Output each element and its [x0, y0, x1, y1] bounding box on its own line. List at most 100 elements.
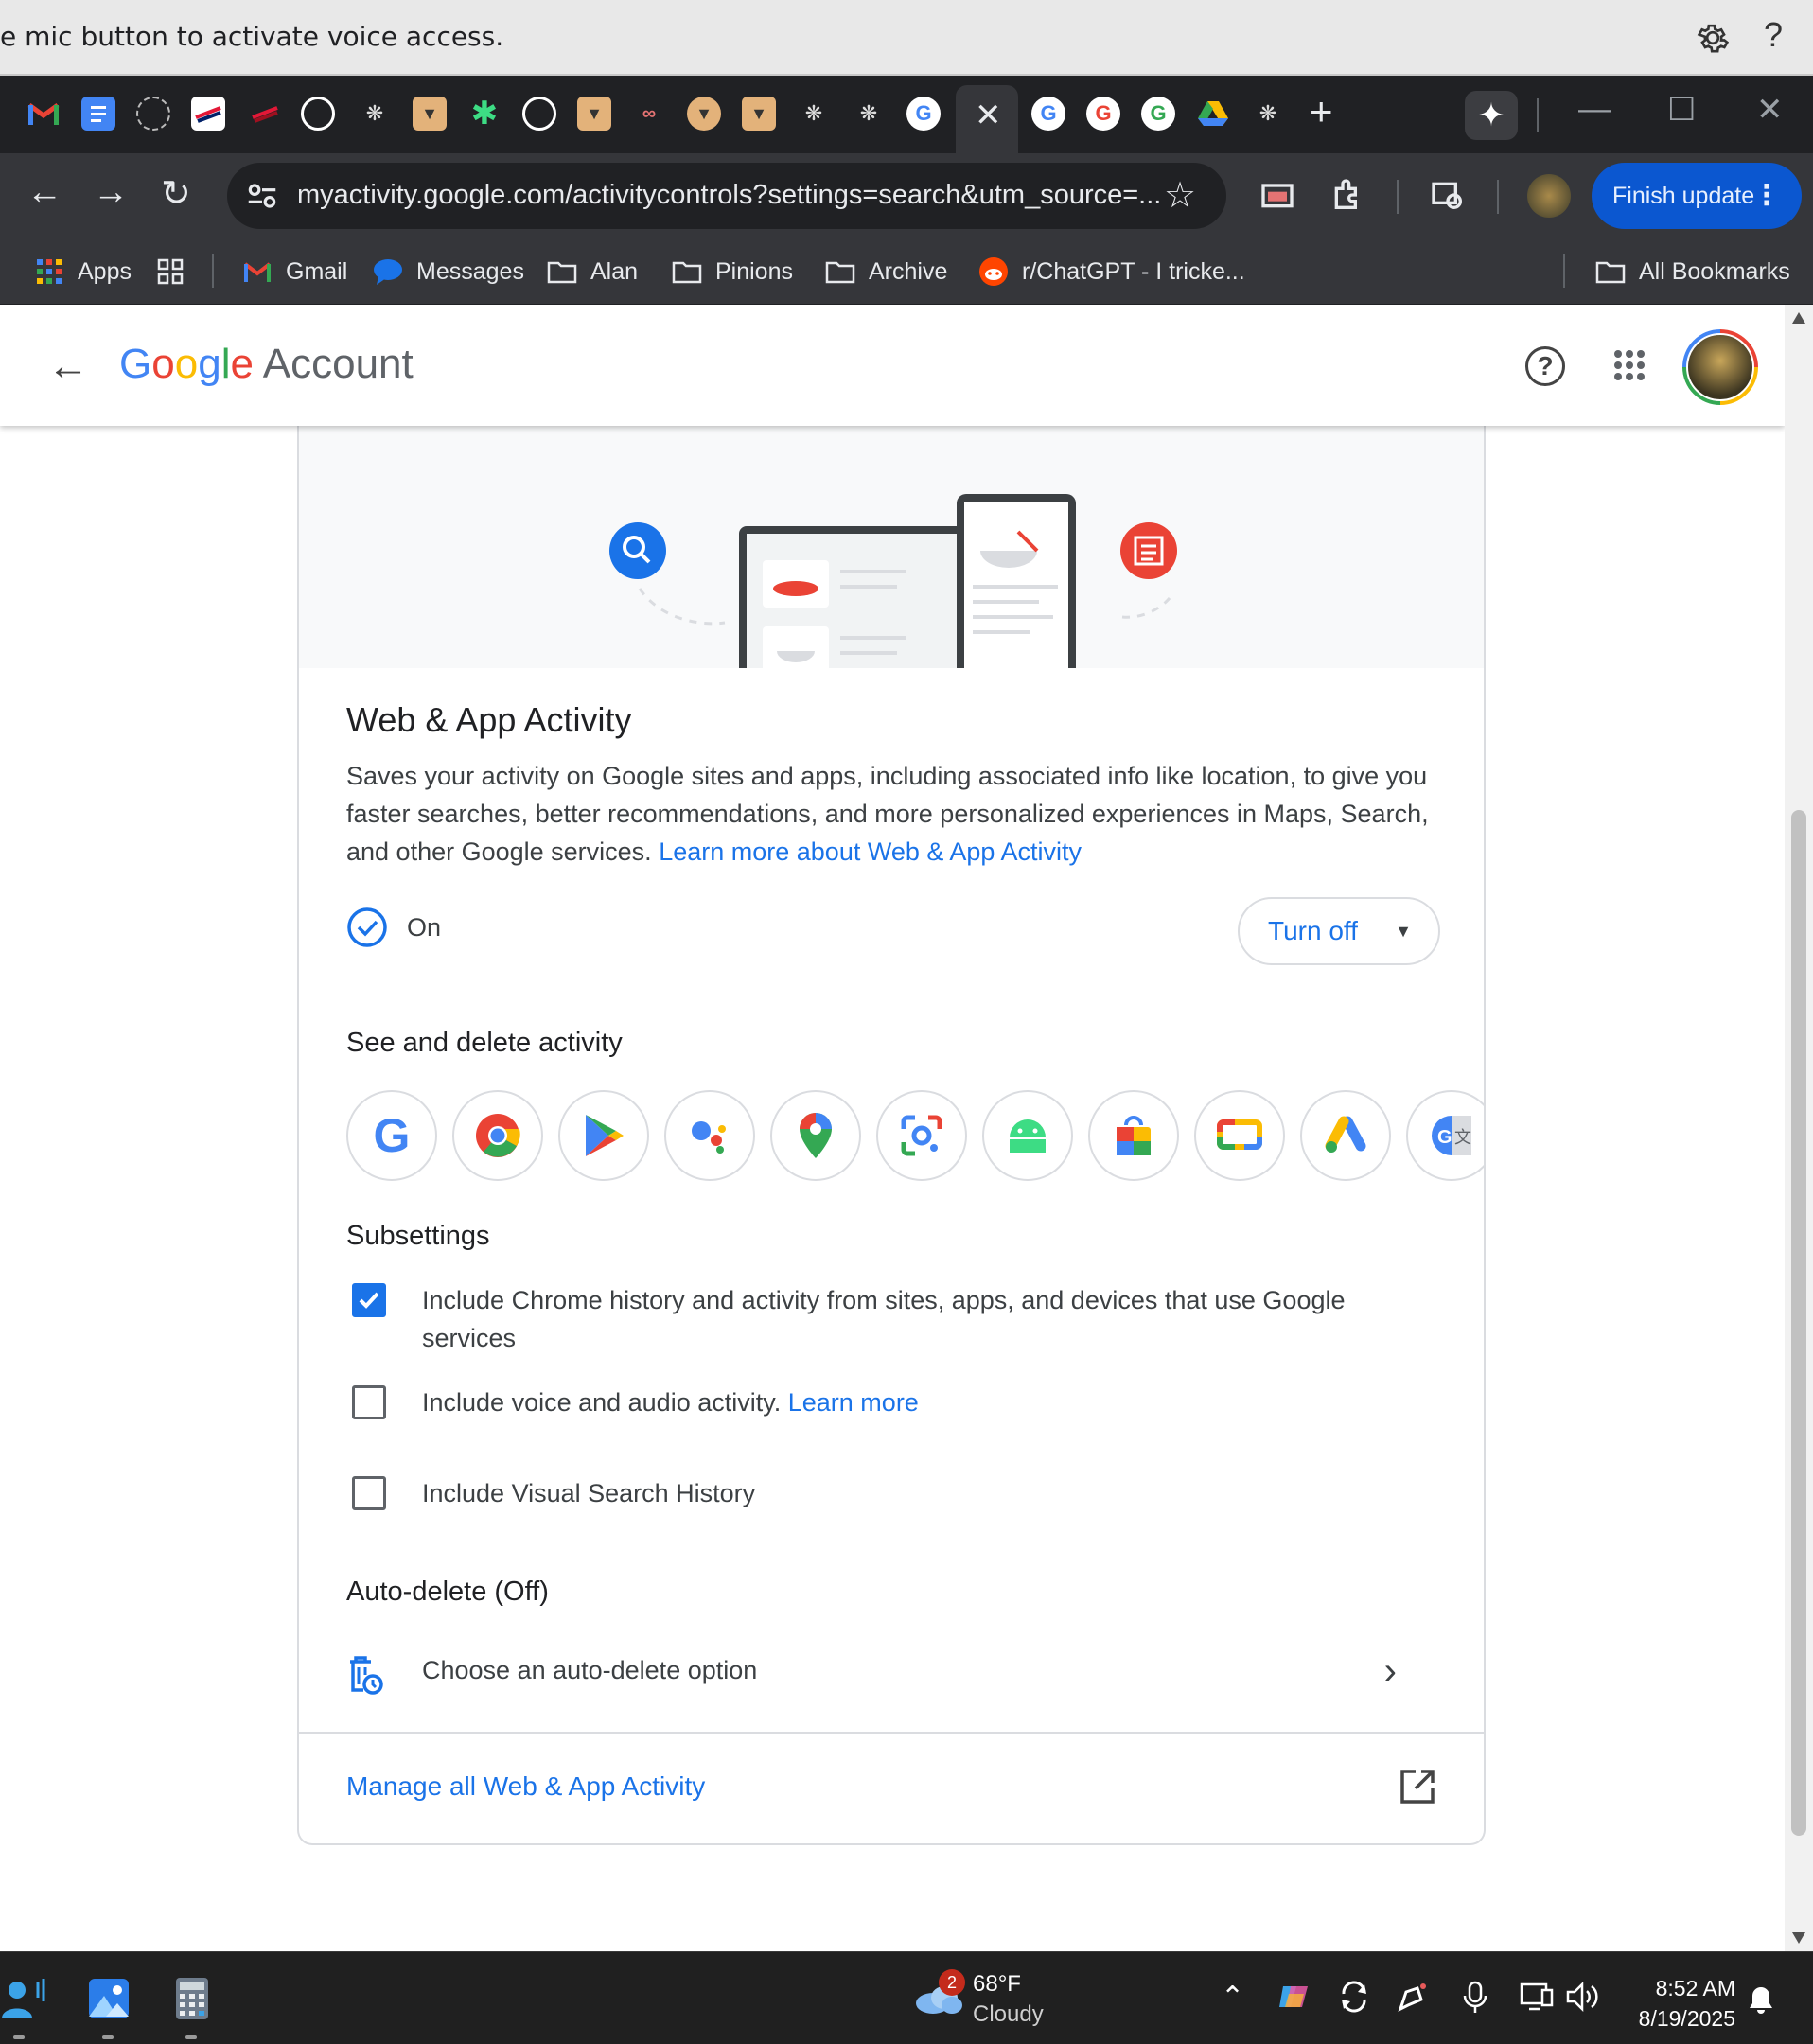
visual-search-checkbox[interactable] — [352, 1476, 386, 1510]
bank-tab-icon[interactable] — [191, 97, 225, 131]
scroll-up-icon[interactable] — [1792, 312, 1805, 324]
perplexity-tab-icon[interactable]: ✱ — [467, 96, 502, 132]
chevron-up-icon[interactable]: ⌃ — [1221, 1981, 1244, 2014]
google-shopping-app[interactable] — [1088, 1090, 1179, 1181]
google-g-icon: G — [373, 1109, 411, 1162]
photos-icon[interactable] — [85, 1975, 132, 2022]
open-in-new-icon[interactable] — [1397, 1766, 1438, 1807]
address-bar[interactable]: myactivity.google.com/activitycontrols?s… — [227, 163, 1226, 229]
google-tab-icon[interactable]: G — [906, 97, 941, 131]
pen-icon[interactable] — [1397, 1981, 1429, 2013]
bookmark-apps[interactable]: Apps — [34, 250, 132, 293]
bookmark-gmail[interactable]: Gmail — [242, 250, 347, 293]
minimize-button[interactable]: — — [1578, 91, 1611, 128]
back-arrow-icon[interactable]: ← — [47, 343, 89, 390]
graph-tab-icon[interactable]: ∞ — [632, 97, 666, 131]
chrome-app[interactable] — [452, 1090, 543, 1181]
calculator-icon[interactable] — [168, 1975, 216, 2022]
chrome-history-checkbox[interactable] — [352, 1283, 386, 1317]
bookmark-star-icon[interactable]: ☆ — [1164, 174, 1196, 217]
docs-tab-icon[interactable] — [81, 97, 115, 131]
github-tab-icon-2[interactable] — [522, 97, 556, 131]
auto-delete-icon — [350, 1656, 383, 1695]
help-icon[interactable]: ? — [1764, 15, 1783, 55]
scroll-down-icon[interactable] — [1792, 1932, 1805, 1944]
google-account-logo[interactable]: Google Account — [119, 341, 414, 388]
forward-arrow-icon[interactable]: → — [93, 172, 129, 213]
google-tv-app[interactable] — [1194, 1090, 1285, 1181]
gmail-tab-icon[interactable] — [26, 97, 61, 131]
lens-icon[interactable] — [1429, 176, 1467, 214]
account-avatar[interactable] — [1682, 329, 1758, 405]
bookmark-reddit[interactable]: r/ChatGPT - I tricke... — [978, 250, 1245, 293]
drive-tab-icon[interactable] — [1196, 97, 1230, 131]
bank-tab-icon-2[interactable] — [248, 97, 282, 131]
voice-learn-more-link[interactable]: Learn more — [788, 1388, 919, 1417]
avatar-image — [1686, 333, 1754, 401]
maximize-button[interactable]: ☐ — [1667, 91, 1696, 129]
gear-icon[interactable] — [1694, 19, 1732, 57]
reload-icon[interactable]: ↻ — [161, 172, 191, 215]
page-content: ← Google Account ? Web & App Activity Sa… — [0, 305, 1785, 1951]
extensions-icon[interactable] — [1329, 176, 1366, 214]
maps-app[interactable] — [770, 1090, 861, 1181]
openai-tab-icon-3[interactable]: ❋ — [852, 97, 886, 131]
translate-app[interactable]: G文 — [1406, 1090, 1484, 1181]
loading-tab-icon[interactable] — [136, 97, 170, 131]
close-tab-icon[interactable]: ✕ — [975, 97, 1002, 134]
play-store-app[interactable] — [558, 1090, 649, 1181]
cast-icon[interactable] — [1259, 176, 1296, 214]
finish-update-button[interactable]: Finish update ⋮ — [1592, 163, 1802, 229]
volume-icon[interactable] — [1565, 1981, 1599, 2013]
openai-tab-icon-4[interactable]: ❋ — [1251, 97, 1285, 131]
auto-delete-option-row[interactable]: Choose an auto-delete option › — [346, 1650, 1435, 1707]
back-arrow-icon[interactable]: ← — [26, 172, 62, 213]
bookmark-alan[interactable]: Alan — [547, 250, 638, 293]
network-icon[interactable] — [1520, 1981, 1554, 2013]
google-ads-app[interactable] — [1300, 1090, 1391, 1181]
lion-tab-icon[interactable]: ▼ — [687, 97, 721, 131]
turn-off-button[interactable]: Turn off ▼ — [1238, 897, 1440, 965]
voice-audio-checkbox[interactable] — [352, 1385, 386, 1419]
microphone-icon[interactable] — [1461, 1981, 1489, 2015]
manage-activity-link[interactable]: Manage all Web & App Activity — [346, 1771, 705, 1802]
sync-icon[interactable] — [1338, 1981, 1370, 2013]
bookmark-archive[interactable]: Archive — [825, 250, 947, 293]
clock-date: 8/19/2025 — [1638, 2006, 1735, 2031]
profile-avatar[interactable] — [1527, 174, 1571, 218]
url-text[interactable]: myactivity.google.com/activitycontrols?s… — [297, 180, 1161, 211]
github-tab-icon[interactable] — [301, 97, 335, 131]
google-search-app[interactable]: G — [346, 1090, 437, 1181]
menu-dots-icon[interactable]: ⋮ — [1752, 163, 1781, 229]
gemini-button[interactable]: ✦ — [1465, 91, 1518, 140]
help-icon[interactable]: ? — [1525, 346, 1565, 386]
weather-widget[interactable]: 2 68°F Cloudy — [914, 1969, 1075, 2032]
bookmark-all-bookmarks[interactable]: All Bookmarks — [1595, 250, 1790, 293]
system-clock[interactable]: 8:52 AM 8/19/2025 — [1618, 1973, 1735, 2034]
brave-tab-icon[interactable]: ▼ — [413, 97, 447, 131]
maps-pin-icon — [800, 1113, 832, 1158]
page-scrollbar[interactable] — [1785, 305, 1813, 1951]
voice-access-icon[interactable] — [0, 1975, 47, 2022]
google-tab-icon-4[interactable]: G — [1141, 97, 1175, 131]
openai-tab-icon-2[interactable]: ❋ — [797, 97, 831, 131]
close-window-button[interactable]: ✕ — [1756, 91, 1784, 129]
bookmark-tab-groups[interactable] — [155, 250, 199, 293]
assistant-app[interactable] — [664, 1090, 755, 1181]
bookmark-messages[interactable]: Messages — [373, 250, 524, 293]
google-tab-icon-3[interactable]: G — [1086, 97, 1120, 131]
apps-grid-icon[interactable] — [1612, 348, 1646, 382]
android-app[interactable] — [982, 1090, 1073, 1181]
lens-app[interactable] — [876, 1090, 967, 1181]
new-tab-button[interactable]: + — [1310, 89, 1333, 134]
openai-tab-icon[interactable]: ❋ — [358, 97, 392, 131]
brave-tab-icon-3[interactable]: ▼ — [742, 97, 776, 131]
bookmark-pinions[interactable]: Pinions — [672, 250, 793, 293]
notification-bell-icon[interactable] — [1747, 1984, 1775, 2015]
site-settings-icon[interactable] — [244, 178, 280, 214]
learn-more-link[interactable]: Learn more about Web & App Activity — [659, 837, 1082, 866]
google-tab-icon-2[interactable]: G — [1031, 97, 1065, 131]
scrollbar-thumb[interactable] — [1791, 810, 1806, 1836]
brave-tab-icon-2[interactable]: ▼ — [577, 97, 611, 131]
copilot-icon[interactable] — [1277, 1981, 1310, 2013]
